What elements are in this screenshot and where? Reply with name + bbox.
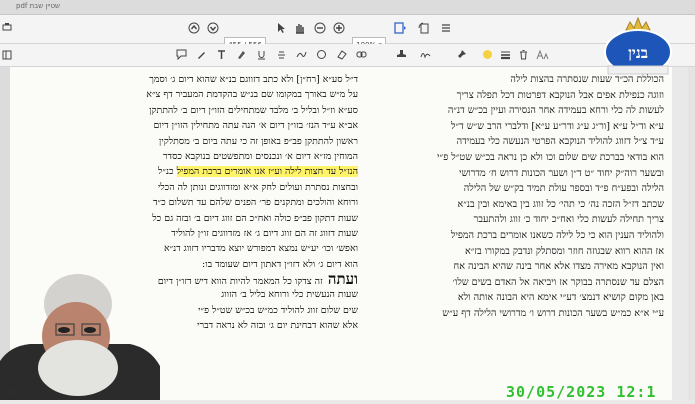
- speaker-video: [0, 266, 160, 400]
- eraser-icon[interactable]: [336, 49, 347, 60]
- channel-logo: בנין: [602, 14, 674, 82]
- right-column-line: לעשות לה כלי ורחא בעמידה אחר הנסירה ועיי…: [447, 105, 664, 117]
- timestamp-overlay: 30/05/2023 12:1: [506, 383, 657, 401]
- highlighter-icon[interactable]: [236, 49, 247, 60]
- fit-page-icon[interactable]: [394, 22, 406, 34]
- right-column-line: ע״ד צ״ל דזווג להוליד הנוקבא הפרטי הנעשה …: [456, 136, 664, 148]
- highlighted-text[interactable]: הנז״ל עד חצות לילה וע״ז אנו אומרים ברכת …: [176, 166, 358, 178]
- signature-icon[interactable]: [420, 49, 431, 60]
- scroll-mode-icon[interactable]: [440, 22, 452, 34]
- left-column-line: סע״א וז״ל ובליל ב׳ מלבד שמתחילים הזו״ן ד…: [149, 104, 358, 116]
- right-column-line: צריך תחילה לעשות כלי ואח״כ יחוד כ׳ זווג …: [473, 214, 664, 226]
- right-column-line: וזוגה כנפילת אפים אבל הנוקבא דפרטות דכל …: [456, 89, 664, 101]
- right-column-line: ואין הנוקבא מאירה מצדו אלא אחר בינה שהיא…: [453, 261, 664, 273]
- right-column-line: ובשער רוה״ק יחוד ״ט ד״ן ושער הכונות דרוש…: [458, 167, 664, 179]
- draw-icon[interactable]: [296, 49, 307, 60]
- vertical-scrollbar[interactable]: [688, 67, 695, 400]
- right-text-column: הכוללת הכ״ד שעות שנסתרה בהצות לילה וזוגה …: [362, 72, 664, 322]
- page-up-icon[interactable]: [188, 22, 200, 34]
- right-column-line: הלילה ובפע״ח פ״ד ובספר עולת תמיד בק״ש של…: [463, 183, 664, 195]
- right-column-line: הוא בודאי בברכת שים שלום וכו ולא כן נראה…: [437, 151, 664, 163]
- text-tool-icon[interactable]: [216, 49, 227, 60]
- left-column-line: ובחצות נסתרת ועולים לחק א״א ומזדווגים ונ…: [157, 181, 358, 193]
- color-picker-icon[interactable]: [482, 49, 493, 60]
- line-width-icon[interactable]: [500, 49, 511, 60]
- left-column-line: ואפש׳ וכו׳ יע״ש נמצא דמפורש יוצא מדבריו …: [163, 243, 358, 255]
- pin-icon[interactable]: [456, 49, 467, 60]
- select-cursor-icon[interactable]: [276, 22, 286, 34]
- zoom-out-icon[interactable]: [314, 22, 326, 34]
- pen-icon[interactable]: [196, 49, 207, 60]
- right-column-line: ולהוליד הענין הוא כי כל לילה כשאנו אומרי…: [450, 229, 664, 241]
- right-column-line: שכתב דז״ל הזכה נה׳ כי תהי׳ כל זווג בין ב…: [457, 198, 664, 210]
- left-column-line: ד״ל סע״א [רח״ן] ולא כתב דזווגם בנ״א שהוא…: [149, 74, 358, 85]
- font-size-icon[interactable]: [536, 49, 549, 60]
- delete-icon[interactable]: [518, 49, 529, 60]
- tab-title[interactable]: pdf שטיין שבת: [16, 2, 60, 10]
- stamp-icon[interactable]: [396, 49, 407, 60]
- hand-tool-icon[interactable]: [294, 22, 305, 34]
- right-column-line: באן מקום קושיא דנמצ׳ דע״י אימא היא הבונה…: [457, 292, 664, 304]
- left-column-line: ורוחא והולכים ומתקנים פר׳ הפנים שלהם עד …: [153, 197, 358, 209]
- rotate-icon[interactable]: [418, 22, 430, 34]
- right-column-line: ע״י א״א כמ״ש בשער הכונות דרוש ו׳ מדרושי …: [442, 307, 664, 319]
- annotation-toolbar: [0, 44, 695, 67]
- underline-icon[interactable]: [256, 49, 267, 60]
- tab-bar: pdf שטיין שבת: [0, 0, 695, 15]
- left-column-line: על מ״ש באורך במקומו שם בנ״ש בהקדמת המעבי…: [146, 89, 358, 101]
- right-column-line: הצלם עד שנסתרה בבוקר אז ויביאה אל האדם ב…: [452, 276, 664, 288]
- left-column-line: המוחין מז״א דיום א׳ ונכנסים ומתפשטים בנו…: [162, 150, 358, 162]
- comment-icon[interactable]: [176, 49, 187, 60]
- right-column-line: ע״א וד״ל ע״א [ור״ג ע״ג ודר״ע ע״א] ודלברי…: [451, 120, 664, 132]
- zoom-in-icon[interactable]: [333, 22, 345, 34]
- page-down-icon[interactable]: [207, 22, 219, 34]
- link-icon[interactable]: [356, 49, 367, 60]
- pdf-toolbar: 455 / 556 100% ▾: [0, 15, 695, 53]
- logo-text: בנין: [628, 44, 648, 62]
- strikethrough-icon[interactable]: [276, 49, 287, 60]
- video-counter: 1:37: [2, 390, 16, 397]
- sidebar-toggle-icon[interactable]: [2, 50, 12, 60]
- left-column-line: שעות דתקון פב״פ כולה ואח״כ הם זווג דיום …: [152, 212, 358, 224]
- left-column-line: ראשון להתתקן פב״פ באופן זה כי עתה ביום ב…: [158, 135, 358, 147]
- shape-icon[interactable]: [316, 49, 327, 60]
- left-column-line: הנז״ל עד חצות לילה וע״ז אנו אומרים ברכת …: [158, 166, 358, 178]
- left-column-line: שעות דזווג זה הם זווג דיום ג׳ אז מזדווגי…: [171, 227, 358, 239]
- left-column-line: אב״א ע״ד הנז׳ בזו״ן דיום א׳ הנה עתה מתחי…: [153, 120, 358, 132]
- right-column-line: אז ההוא רווא שבגוזה חוזר ומסתלק ונדבק במ…: [465, 245, 664, 257]
- print-icon[interactable]: [2, 22, 12, 32]
- section-heading: ועתה: [322, 272, 358, 288]
